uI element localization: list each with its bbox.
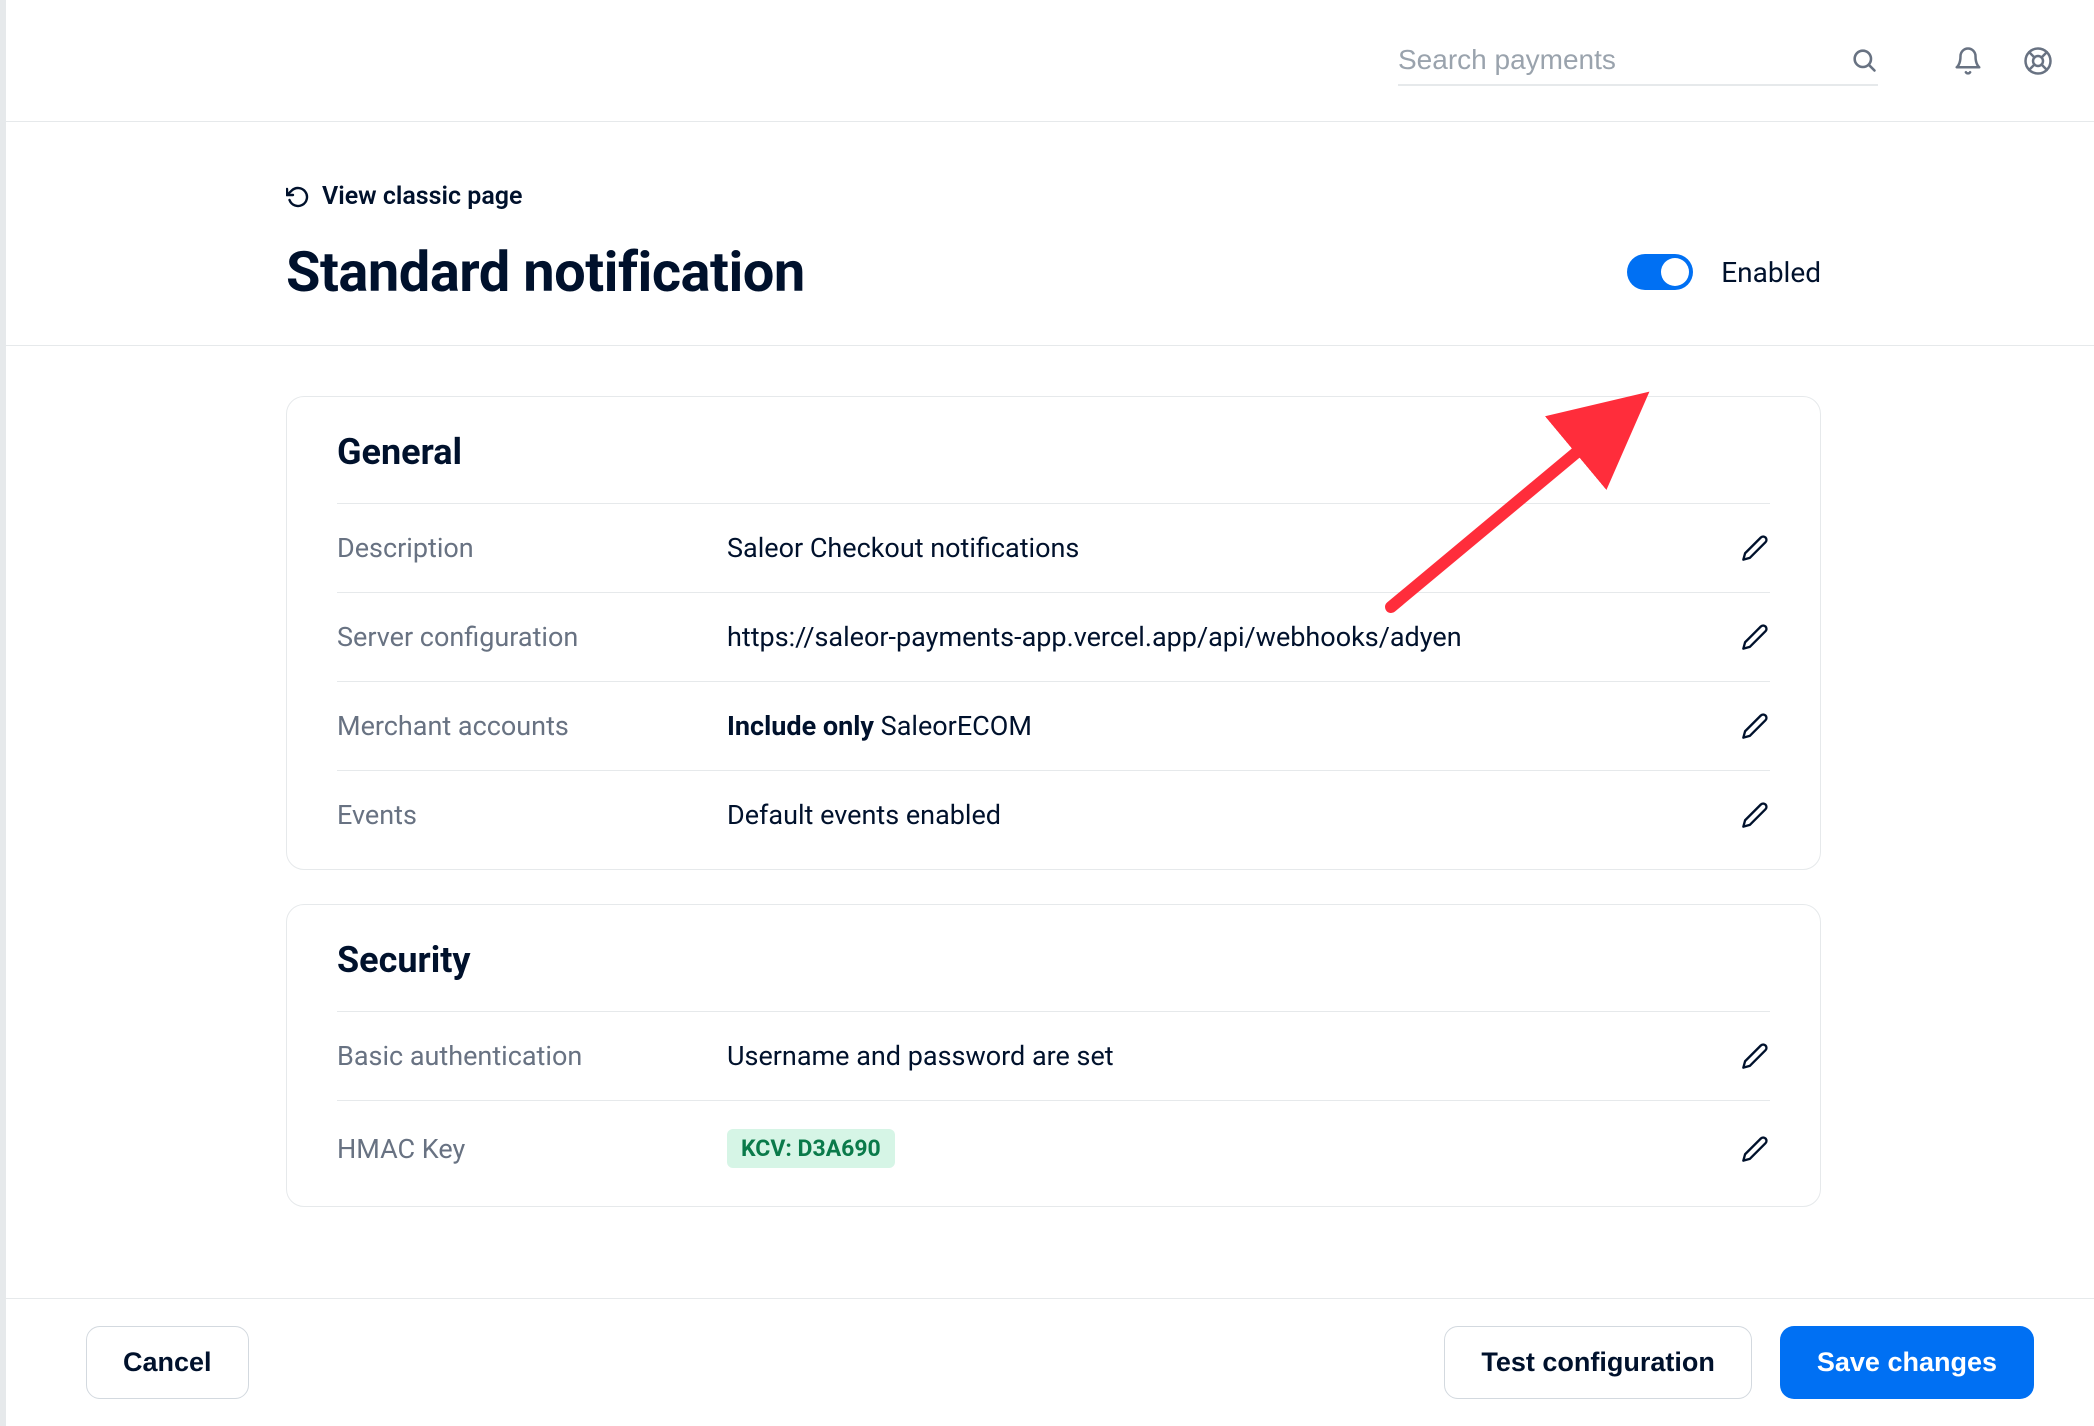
page-header-row: Standard notification Enabled (286, 239, 1821, 305)
content-area: View classic page Standard notification … (6, 122, 2094, 1298)
top-bar (6, 0, 2094, 122)
row-value-hmac-key: KCV: D3A690 (727, 1129, 1740, 1168)
undo-icon (286, 185, 310, 209)
general-title: General (337, 431, 1770, 473)
edit-icon[interactable] (1740, 1041, 1770, 1071)
row-label-server-config: Server configuration (337, 621, 727, 653)
security-card: Security Basic authentication Username a… (286, 904, 1821, 1207)
edit-icon[interactable] (1740, 622, 1770, 652)
edit-icon[interactable] (1740, 711, 1770, 741)
edit-icon[interactable] (1740, 1134, 1770, 1164)
save-changes-button[interactable]: Save changes (1780, 1326, 2034, 1399)
row-hmac-key: HMAC Key KCV: D3A690 (337, 1100, 1770, 1196)
merchant-name: SaleorECOM (874, 710, 1032, 742)
row-label-events: Events (337, 799, 727, 831)
cancel-button[interactable]: Cancel (86, 1326, 249, 1399)
enabled-toggle[interactable] (1627, 254, 1693, 290)
header-divider (6, 345, 2094, 346)
help-icon[interactable] (2022, 45, 2054, 77)
view-classic-link[interactable]: View classic page (286, 182, 1821, 211)
row-basic-auth: Basic authentication Username and passwo… (337, 1011, 1770, 1100)
row-merchant-accounts: Merchant accounts Include only SaleorECO… (337, 681, 1770, 770)
row-label-merchant-accounts: Merchant accounts (337, 710, 727, 742)
row-events: Events Default events enabled (337, 770, 1770, 859)
enabled-label: Enabled (1721, 256, 1821, 289)
row-server-config: Server configuration https://saleor-paym… (337, 592, 1770, 681)
search-field[interactable] (1398, 36, 1878, 86)
edit-icon[interactable] (1740, 800, 1770, 830)
merchant-include-only: Include only (727, 710, 874, 742)
enabled-group: Enabled (1627, 254, 1821, 290)
row-label-description: Description (337, 532, 727, 564)
test-configuration-button[interactable]: Test configuration (1444, 1326, 1752, 1399)
hmac-badge: KCV: D3A690 (727, 1129, 895, 1168)
row-label-hmac-key: HMAC Key (337, 1133, 727, 1165)
page-title: Standard notification (286, 239, 805, 305)
row-value-description: Saleor Checkout notifications (727, 532, 1740, 564)
edit-icon[interactable] (1740, 533, 1770, 563)
row-label-basic-auth: Basic authentication (337, 1040, 727, 1072)
row-value-server-config: https://saleor-payments-app.vercel.app/a… (727, 621, 1740, 653)
row-value-merchant-accounts: Include only SaleorECOM (727, 710, 1740, 742)
row-value-events: Default events enabled (727, 799, 1740, 831)
security-title: Security (337, 939, 1770, 981)
bell-icon[interactable] (1952, 45, 1984, 77)
general-card: General Description Saleor Checkout noti… (286, 396, 1821, 870)
view-classic-label: View classic page (322, 182, 522, 211)
footer-bar: Cancel Test configuration Save changes (6, 1298, 2094, 1426)
search-input[interactable] (1398, 44, 1838, 76)
row-value-basic-auth: Username and password are set (727, 1040, 1740, 1072)
search-icon[interactable] (1850, 46, 1878, 74)
row-description: Description Saleor Checkout notification… (337, 503, 1770, 592)
